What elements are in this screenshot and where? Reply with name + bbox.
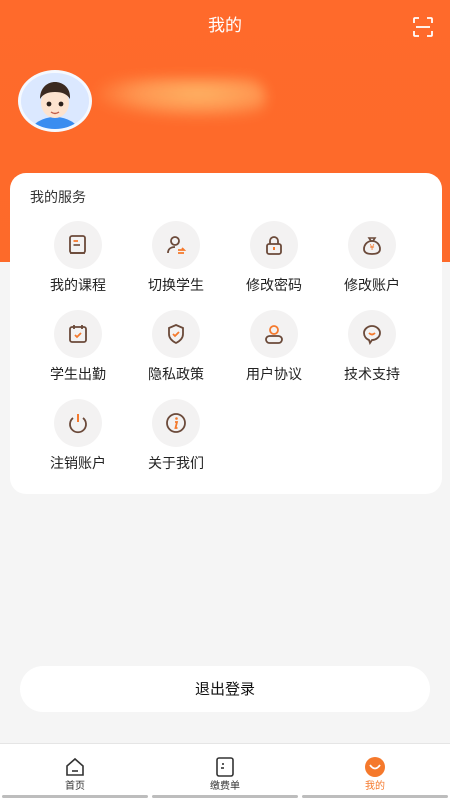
service-change-password[interactable]: 修改密码 <box>226 221 322 301</box>
services-title: 我的服务 <box>30 190 86 206</box>
service-label: 用户协议 <box>246 367 302 383</box>
service-change-account[interactable]: ¥ 修改账户 <box>324 221 420 301</box>
scan-icon[interactable] <box>412 16 434 38</box>
service-my-courses[interactable]: 我的课程 <box>30 221 126 301</box>
bill-icon <box>214 756 236 778</box>
home-icon <box>64 756 86 778</box>
user-icon <box>250 310 298 358</box>
service-privacy-policy[interactable]: 隐私政策 <box>128 310 224 390</box>
tab-profile[interactable]: 我的 <box>300 744 450 800</box>
tab-underline <box>152 795 298 798</box>
service-label: 修改账户 <box>344 278 400 294</box>
tab-label: 缴费单 <box>210 781 240 792</box>
tab-bills[interactable]: 缴费单 <box>150 744 300 800</box>
service-tech-support[interactable]: 技术支持 <box>324 310 420 390</box>
tab-label: 首页 <box>65 781 85 792</box>
service-label: 切换学生 <box>148 278 204 294</box>
profile-icon <box>364 756 386 778</box>
logout-button[interactable]: 退出登录 <box>20 666 430 712</box>
service-label: 关于我们 <box>148 456 204 472</box>
calendar-check-icon <box>54 310 102 358</box>
tab-underline <box>2 795 148 798</box>
money-bag-icon: ¥ <box>348 221 396 269</box>
switch-student-icon <box>152 221 200 269</box>
tab-underline <box>302 795 448 798</box>
service-deactivate-account[interactable]: 注销账户 <box>30 399 126 479</box>
avatar[interactable] <box>18 70 92 132</box>
page-title: 我的 <box>208 16 242 36</box>
svg-text:¥: ¥ <box>369 243 374 252</box>
bottom-tab-bar: 首页 缴费单 我的 <box>0 743 450 800</box>
services-card: 我的服务 我的课程 切换学生 修改密码 ¥ 修改账户 学生出勤 隐私政策 用户协… <box>10 173 442 494</box>
service-label: 学生出勤 <box>50 367 106 383</box>
power-icon <box>54 399 102 447</box>
blurred-username <box>96 78 266 118</box>
service-label: 技术支持 <box>344 367 400 383</box>
service-label: 我的课程 <box>50 278 106 294</box>
chat-icon <box>348 310 396 358</box>
service-label: 隐私政策 <box>148 367 204 383</box>
service-label: 注销账户 <box>50 456 106 472</box>
tab-label: 我的 <box>365 781 385 792</box>
shield-check-icon <box>152 310 200 358</box>
book-icon <box>54 221 102 269</box>
tab-home[interactable]: 首页 <box>0 744 150 800</box>
lock-icon <box>250 221 298 269</box>
service-attendance[interactable]: 学生出勤 <box>30 310 126 390</box>
service-label: 修改密码 <box>246 278 302 294</box>
service-user-agreement[interactable]: 用户协议 <box>226 310 322 390</box>
service-switch-student[interactable]: 切换学生 <box>128 221 224 301</box>
service-about-us[interactable]: 关于我们 <box>128 399 224 479</box>
info-icon <box>152 399 200 447</box>
